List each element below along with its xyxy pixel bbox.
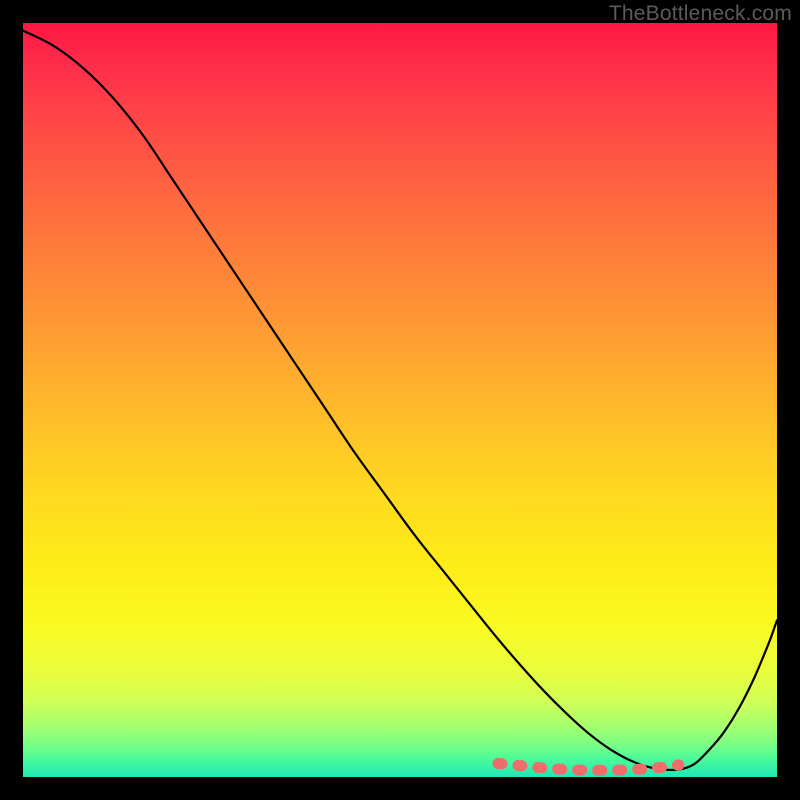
chart-svg <box>23 23 777 777</box>
watermark-text: TheBottleneck.com <box>609 2 792 26</box>
bottleneck-curve <box>23 31 777 770</box>
chart-container: TheBottleneck.com <box>0 0 800 800</box>
plot-area <box>23 23 777 777</box>
